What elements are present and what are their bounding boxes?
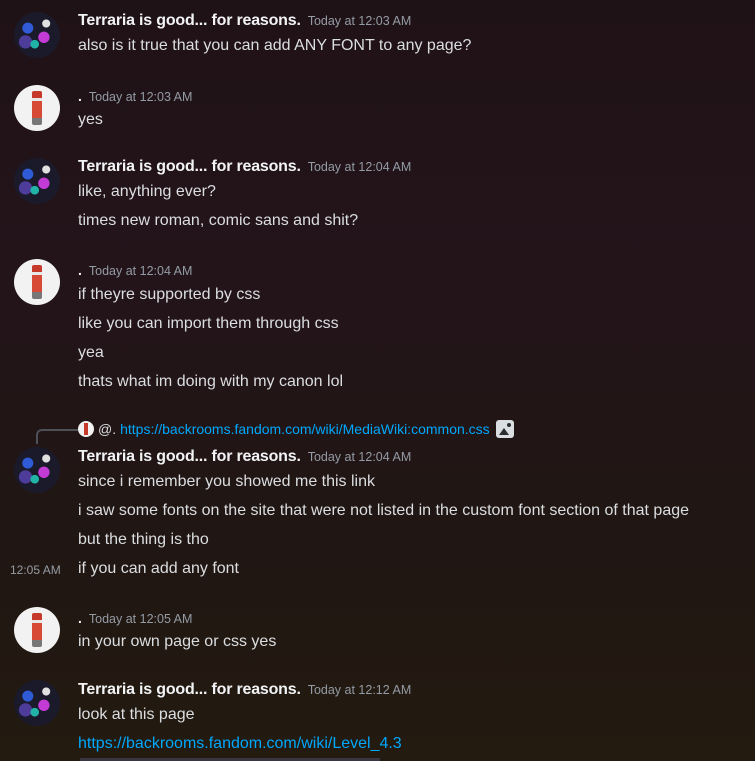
message-link[interactable]: https://backrooms.fandom.com/wiki/Level_… (78, 735, 402, 753)
avatar[interactable] (14, 259, 60, 305)
username[interactable]: . (78, 88, 82, 104)
message-text: times new roman, comic sans and shit? (78, 212, 359, 229)
message-header: . Today at 12:05 AM (78, 610, 192, 628)
reply-avatar (78, 421, 94, 437)
avatar[interactable] (14, 85, 60, 131)
avatar[interactable] (14, 680, 60, 726)
message-text: like you can import them through css (78, 315, 339, 332)
message-text: thats what im doing with my canon lol (78, 373, 344, 390)
reply-preview[interactable]: @. https://backrooms.fandom.com/wiki/Med… (78, 420, 514, 438)
message-text: in your own page or css yes (78, 633, 277, 650)
message-text: but the thing is tho (78, 531, 209, 548)
timestamp: Today at 12:04 AM (307, 450, 412, 464)
message-header: . Today at 12:04 AM (78, 262, 192, 280)
message-header: Terraria is good... for reasons. Today at… (78, 681, 411, 699)
username[interactable]: Terraria is good... for reasons. (78, 158, 301, 175)
message-header: Terraria is good... for reasons. Today at… (78, 12, 411, 30)
reply-connector (36, 429, 78, 444)
message-text: since i remember you showed me this link (78, 473, 376, 490)
message-header: Terraria is good... for reasons. Today at… (78, 448, 411, 466)
username[interactable]: . (78, 610, 82, 626)
reply-author[interactable]: @. (98, 421, 116, 437)
avatar[interactable] (14, 158, 60, 204)
hover-timestamp: 12:05 AM (10, 563, 61, 577)
timestamp: Today at 12:03 AM (307, 14, 412, 28)
timestamp: Today at 12:04 AM (307, 160, 412, 174)
message-header: . Today at 12:03 AM (78, 88, 192, 106)
message-text: also is it true that you can add ANY FON… (78, 37, 472, 54)
message-text: yes (78, 111, 103, 128)
message-text: yea (78, 344, 104, 361)
message-text: look at this page (78, 706, 195, 723)
message-text: if theyre supported by css (78, 286, 261, 303)
username[interactable]: Terraria is good... for reasons. (78, 448, 301, 465)
timestamp: Today at 12:03 AM (88, 90, 193, 104)
timestamp: Today at 12:04 AM (88, 264, 193, 278)
timestamp: Today at 12:05 AM (88, 612, 193, 626)
message-text: if you can add any font (78, 560, 239, 577)
avatar[interactable] (14, 447, 60, 493)
avatar[interactable] (14, 12, 60, 58)
avatar[interactable] (14, 607, 60, 653)
timestamp: Today at 12:12 AM (307, 683, 412, 697)
message-text: i saw some fonts on the site that were n… (78, 502, 690, 519)
username[interactable]: Terraria is good... for reasons. (78, 12, 301, 29)
username[interactable]: Terraria is good... for reasons. (78, 681, 301, 698)
reply-link[interactable]: https://backrooms.fandom.com/wiki/MediaW… (120, 421, 490, 437)
message-text: like, anything ever? (78, 183, 216, 200)
message-header: Terraria is good... for reasons. Today at… (78, 158, 411, 176)
image-icon (495, 420, 514, 438)
username[interactable]: . (78, 262, 82, 278)
